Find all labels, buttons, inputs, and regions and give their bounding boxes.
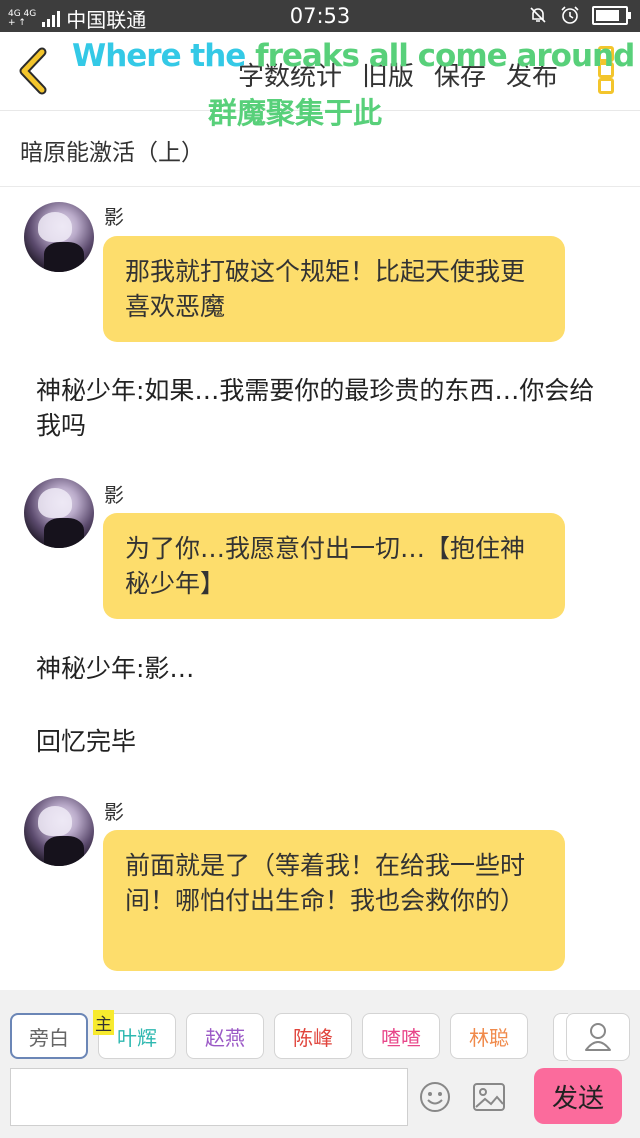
avatar[interactable] [24,202,94,272]
battery-icon [592,5,631,25]
avatar[interactable] [24,478,94,548]
narration-text[interactable]: 神秘少年:影… [36,651,616,686]
chat-bubble[interactable]: 为了你…我愿意付出一切…【抱住神秘少年】 [103,513,565,619]
character-chip-chenfeng[interactable]: 陈峰 [274,1013,352,1059]
character-chip-lincong[interactable]: 林聪 [450,1013,528,1059]
chapter-title[interactable]: 暗原能激活（上） [20,133,204,167]
character-chip-yehui[interactable]: 主叶辉 [93,1010,176,1059]
status-bar: 4G 4G + ↑ 中国联通 07:53 [0,0,640,32]
narration-text[interactable]: 神秘少年:如果…我需要你的最珍贵的东西…你会给我吗 [36,373,616,443]
overlay-caption-chinese: 群魔聚集于此 [208,96,383,130]
message-input[interactable] [10,1068,408,1126]
image-icon[interactable] [472,1082,506,1112]
sender-name: 影 [104,205,124,229]
main-character-badge: 主 [93,1010,114,1035]
sender-name: 影 [104,483,124,507]
alarm-icon [561,6,579,24]
avatar[interactable] [24,796,94,866]
composer-bar: 旁白 主叶辉 赵燕 陈峰 喳喳 林聪 发送 [0,990,640,1138]
mute-bell-icon [530,7,546,23]
status-right [528,5,631,25]
sender-name: 影 [104,800,124,824]
character-chip-zhaoyan[interactable]: 赵燕 [186,1013,264,1059]
overlay-caption-english: Where the freaks all come around [72,38,635,74]
chat-bubble[interactable]: 前面就是了（等着我！在给我一些时间！哪怕付出生命！我也会救你的） [103,830,565,971]
emoji-icon[interactable] [418,1080,452,1114]
back-arrow-icon[interactable] [14,46,54,96]
person-icon [585,1023,611,1051]
manage-characters-button[interactable] [566,1013,630,1061]
divider [0,186,640,187]
narration-text[interactable]: 回忆完毕 [36,724,616,759]
character-chip-narrator[interactable]: 旁白 [10,1013,88,1059]
character-selector: 旁白 主叶辉 赵燕 陈峰 喳喳 林聪 [10,1010,528,1059]
chat-bubble[interactable]: 那我就打破这个规矩！比起天使我更喜欢恶魔 [103,236,565,342]
character-chip-zhazha[interactable]: 喳喳 [362,1013,440,1059]
send-button[interactable]: 发送 [534,1068,622,1124]
